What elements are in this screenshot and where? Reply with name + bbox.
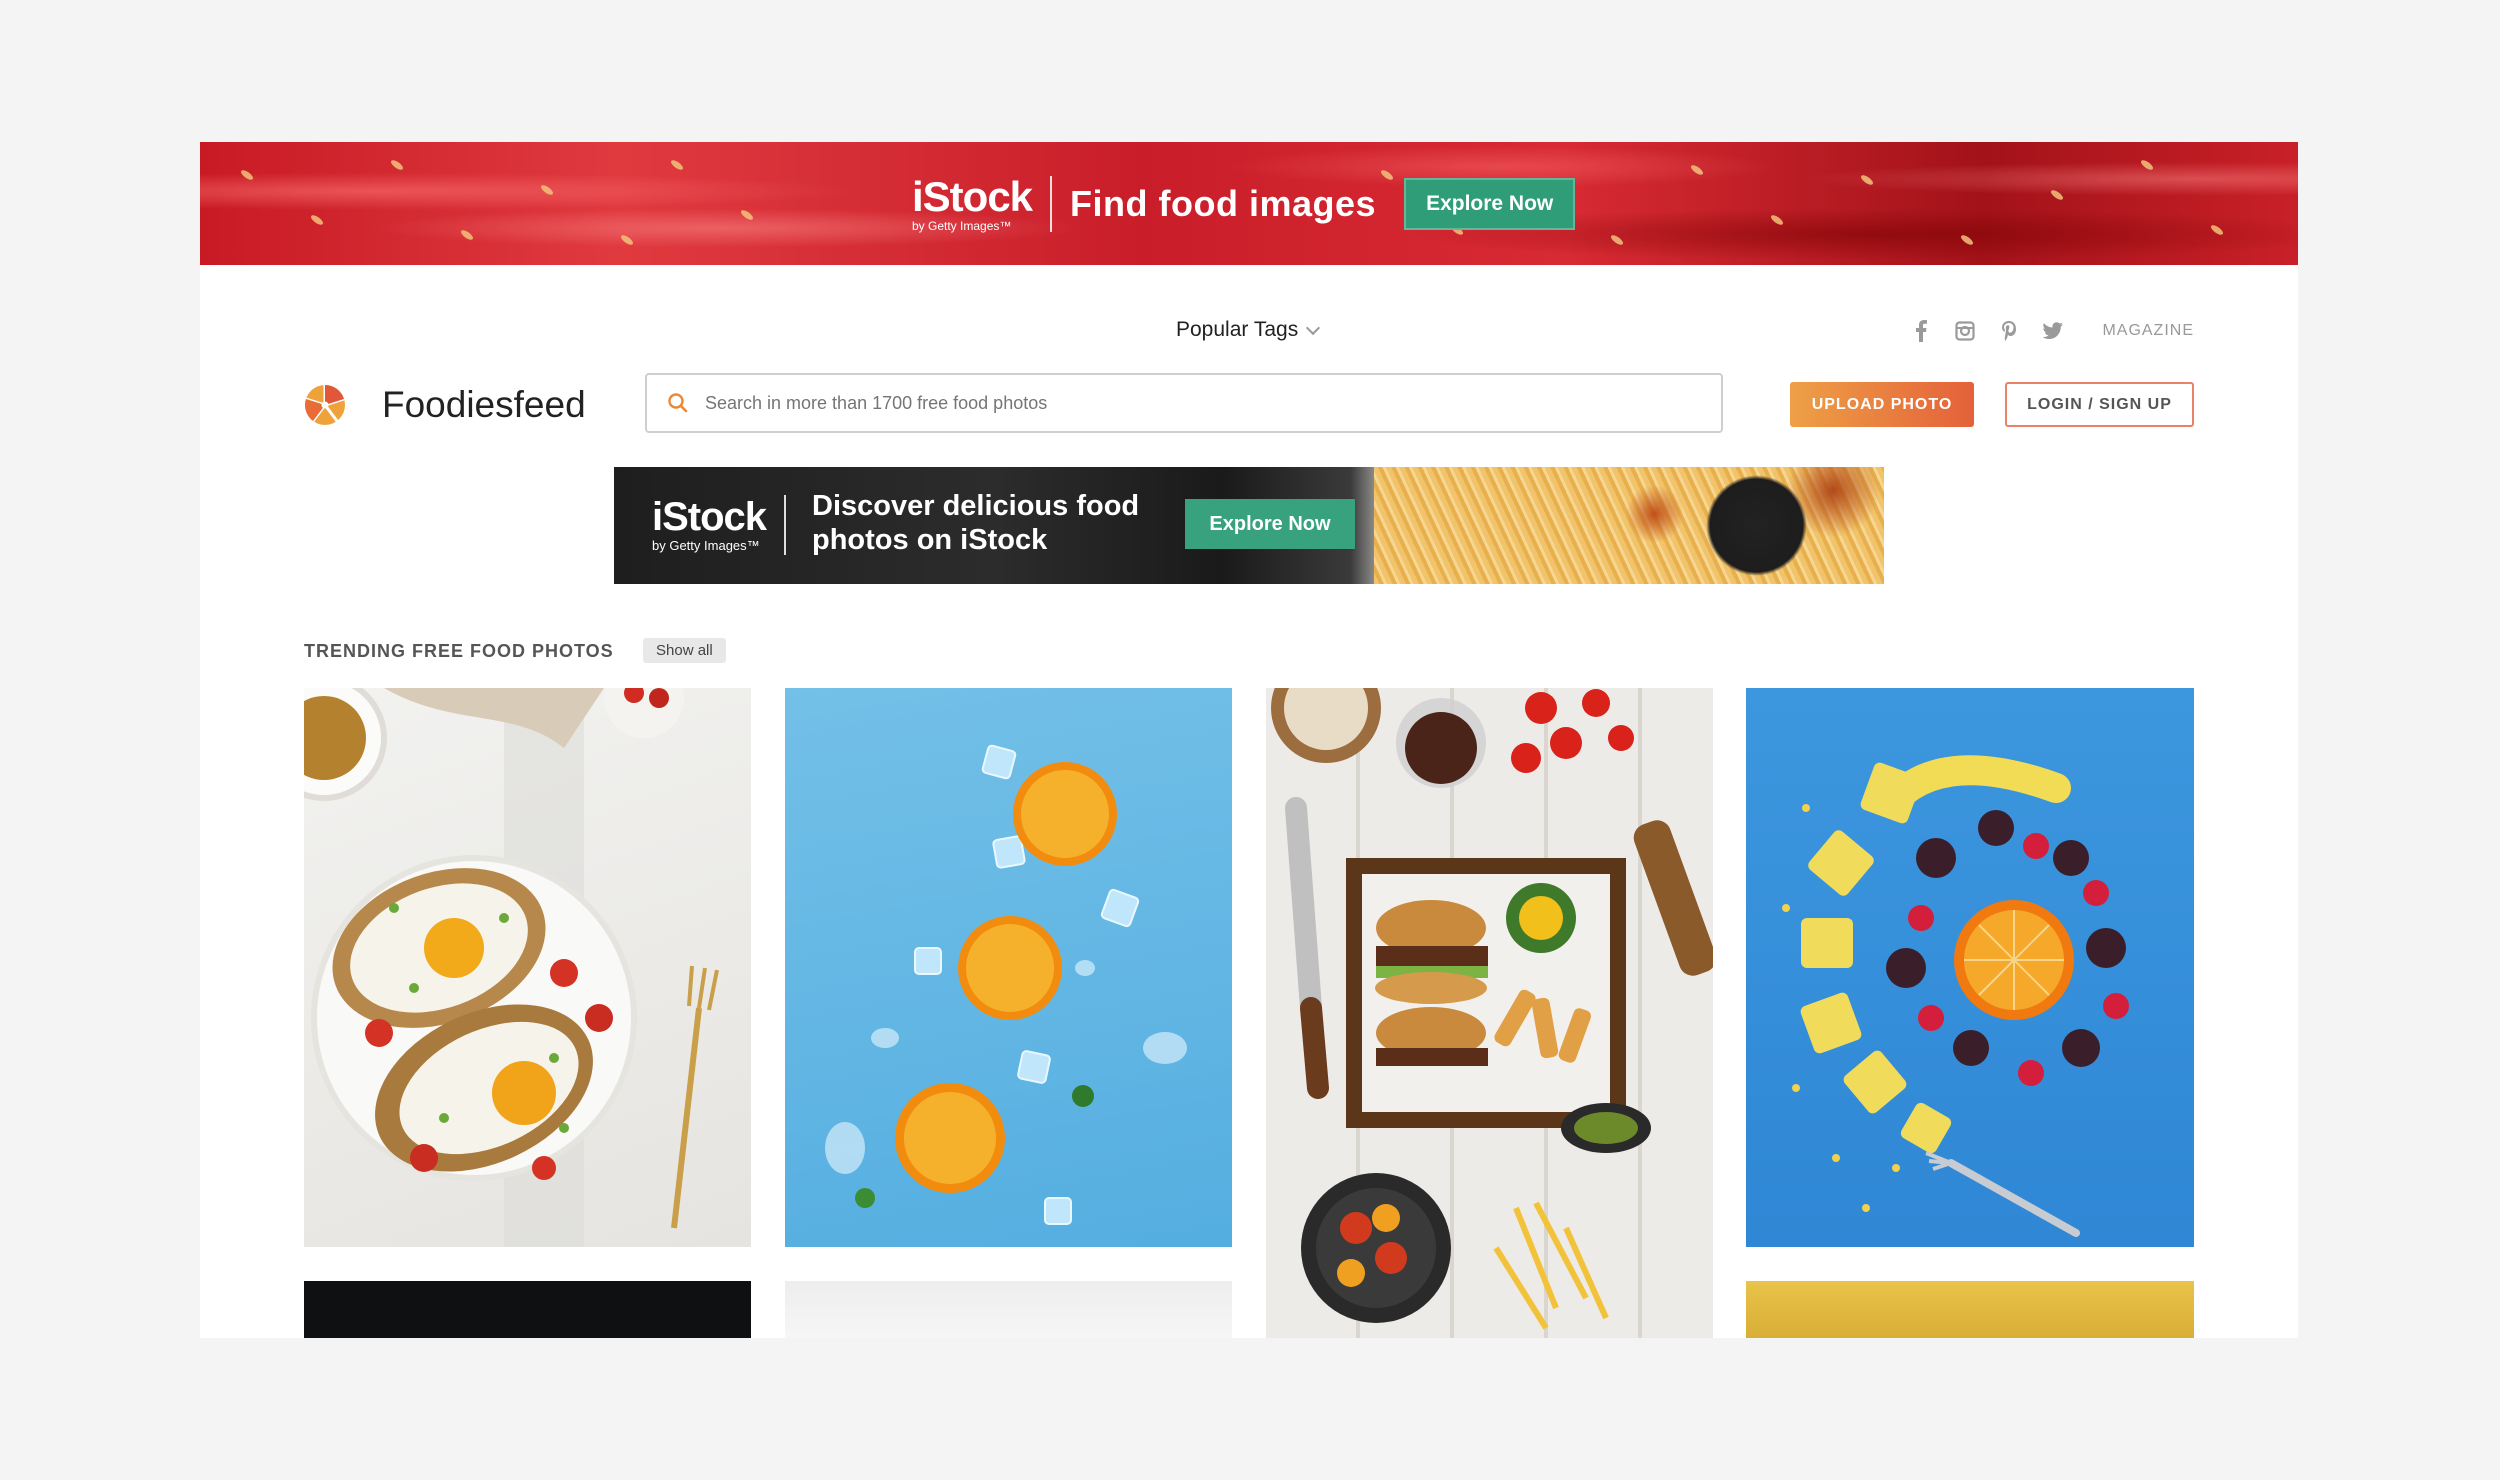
photo-tile-dark[interactable] <box>304 1281 751 1338</box>
ad-divider <box>1050 176 1053 232</box>
popular-tags-dropdown[interactable]: Popular Tags <box>1176 318 1321 342</box>
photo-tile-yellow[interactable] <box>1746 1281 2194 1338</box>
ad-copy: Discover delicious food photos on iStock <box>812 490 1140 556</box>
explore-now-button[interactable]: Explore Now <box>1404 178 1576 230</box>
site-logo[interactable]: Foodiesfeed <box>304 384 586 426</box>
pinterest-icon[interactable] <box>1998 320 2020 342</box>
page-container: iStock by Getty Images™ Find food images… <box>200 142 2298 1338</box>
istock-logo-text: iStock <box>652 495 767 539</box>
foodiesfeed-logo-icon <box>305 385 345 425</box>
ad-divider <box>784 495 786 555</box>
photo-tile-burger[interactable] <box>1266 688 1713 1338</box>
section-title: TRENDING FREE FOOD PHOTOS <box>304 641 614 661</box>
search-icon <box>668 393 688 413</box>
photo-tile-light[interactable] <box>785 1281 1232 1338</box>
magazine-link[interactable]: MAGAZINE <box>2102 322 2194 340</box>
show-all-button[interactable]: Show all <box>643 638 726 663</box>
eggs-toast-image <box>304 688 719 1247</box>
social-links: MAGAZINE <box>1910 320 2194 342</box>
burger-image <box>1271 688 1713 1330</box>
istock-logo-sub: by Getty Images™ <box>652 538 760 553</box>
istock-logo: iStock by Getty Images™ <box>652 495 767 553</box>
fruit-spiral-image <box>1782 755 2129 1237</box>
search-bar[interactable] <box>645 373 1723 433</box>
mid-banner-ad[interactable]: iStock by Getty Images™ Discover delicio… <box>614 467 1884 584</box>
login-signup-button[interactable]: LOGIN / SIGN UP <box>2005 382 2194 427</box>
facebook-icon[interactable] <box>1910 320 1932 342</box>
photo-tile-eggs-toast[interactable] <box>304 688 751 1247</box>
istock-logo-sub: by Getty Images™ <box>912 219 1012 233</box>
ad-headline: Find food images <box>1070 183 1377 224</box>
upload-photo-button[interactable]: UPLOAD PHOTO <box>1790 382 1974 427</box>
istock-logo: iStock by Getty Images™ <box>912 173 1033 233</box>
popular-tags-label: Popular Tags <box>1176 318 1299 341</box>
top-banner-ad[interactable]: iStock by Getty Images™ Find food images… <box>200 142 2298 265</box>
chevron-down-icon <box>1306 320 1321 336</box>
twitter-icon[interactable] <box>2042 320 2064 342</box>
oranges-image <box>825 744 1187 1225</box>
search-input[interactable] <box>703 391 1607 415</box>
explore-now-button[interactable]: Explore Now <box>1185 499 1355 549</box>
photo-tile-oranges[interactable] <box>785 688 1232 1247</box>
instagram-icon[interactable] <box>1954 320 1976 342</box>
istock-logo-text: iStock <box>912 173 1033 220</box>
photo-tile-fruit-spiral[interactable] <box>1746 688 2194 1247</box>
site-name: Foodiesfeed <box>382 384 586 425</box>
pasta-image <box>1374 467 1884 584</box>
